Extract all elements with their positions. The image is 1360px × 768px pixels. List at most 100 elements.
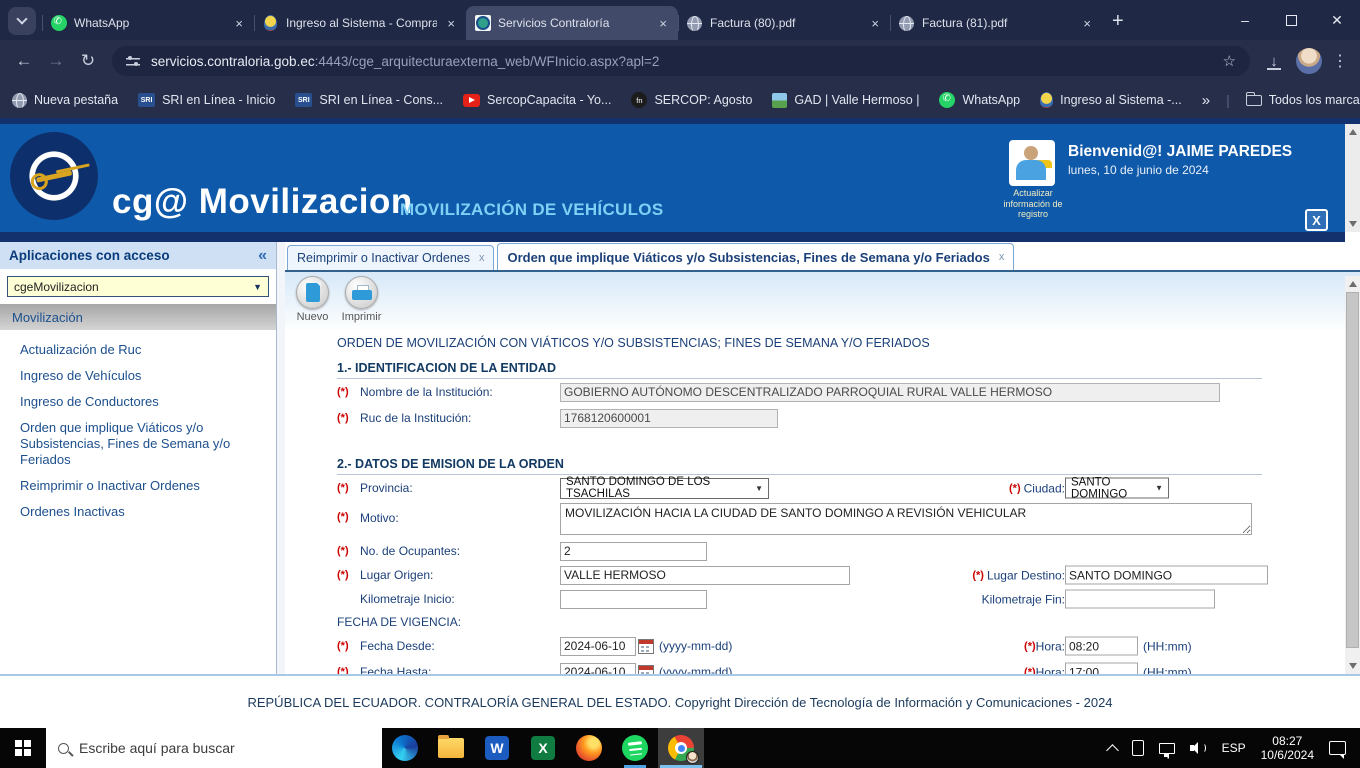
taskbar-search[interactable]: [46, 728, 382, 768]
downloads-icon[interactable]: ↓: [1258, 53, 1290, 70]
app-close-button[interactable]: X: [1305, 209, 1328, 231]
taskbar-spotify[interactable]: [612, 728, 658, 768]
notification-center-icon[interactable]: [1329, 741, 1346, 755]
calendar-icon[interactable]: [638, 639, 654, 654]
lugar-destino-label: Lugar Destino:: [987, 568, 1065, 582]
tab-search-button[interactable]: [8, 7, 36, 35]
start-button[interactable]: [0, 728, 46, 768]
language-indicator[interactable]: ESP: [1222, 741, 1246, 755]
tab-title: Ingreso al Sistema - Compra: [286, 16, 437, 30]
tab-close-icon[interactable]: ×: [868, 16, 882, 31]
ruc-institucion-field[interactable]: [560, 409, 778, 428]
clipped-row: (*) Fecha Hasta: (yyyy-mm-dd) (*)Hora: (…: [337, 659, 1275, 674]
taskbar-chrome-active[interactable]: [658, 728, 704, 768]
km-inicio-label: Kilometraje Inicio:: [360, 592, 560, 606]
browser-tab-ingreso[interactable]: Ingreso al Sistema - Compra ×: [254, 6, 466, 40]
required-marker: (*): [337, 569, 360, 581]
sidebar-item-ingreso-conductores[interactable]: Ingreso de Conductores: [20, 394, 266, 410]
taskbar-edge[interactable]: [382, 728, 428, 768]
hora-hasta-field[interactable]: [1065, 663, 1138, 675]
volume-icon[interactable]: [1190, 741, 1207, 755]
maximize-button[interactable]: [1268, 0, 1314, 40]
sidebar-collapse-icon[interactable]: «: [258, 247, 267, 265]
tray-expand-icon[interactable]: [1106, 744, 1119, 757]
required-marker: (*): [337, 386, 360, 398]
hora-hasta-label: Hora:: [1036, 665, 1065, 674]
sidebar-item-orden-viaticos[interactable]: Orden que implique Viáticos y/o Subsiste…: [20, 420, 266, 468]
device-icon[interactable]: [1132, 740, 1144, 756]
lugar-destino-field[interactable]: [1065, 566, 1268, 585]
bookmark-sercop[interactable]: fnSERCOP: Agosto: [631, 92, 752, 108]
bookmark-gad[interactable]: GAD | Valle Hermoso |: [772, 93, 919, 108]
tab-close-icon[interactable]: ×: [444, 16, 458, 31]
scrollbar-thumb[interactable]: [1346, 292, 1359, 648]
taskbar-word[interactable]: W: [474, 728, 520, 768]
sidebar-item-actualizacion-ruc[interactable]: Actualización de Ruc: [20, 342, 266, 358]
application-select[interactable]: cgeMovilizacion ▼: [7, 276, 269, 297]
browser-tab-contraloria[interactable]: Servicios Contraloría ×: [466, 6, 678, 40]
tab-orden-viaticos[interactable]: Orden que implique Viáticos y/o Subsiste…: [497, 243, 1014, 270]
bookmarks-overflow-button[interactable]: »: [1202, 92, 1210, 109]
profile-avatar[interactable]: [1296, 48, 1322, 74]
bookmark-sri-inicio[interactable]: SRISRI en Línea - Inicio: [138, 93, 275, 107]
motivo-field[interactable]: MOVILIZACIÓN HACIA LA CIUDAD DE SANTO DO…: [560, 503, 1252, 535]
km-fin-field[interactable]: [1065, 590, 1215, 609]
ciudad-select[interactable]: SANTO DOMINGO ▼: [1065, 478, 1169, 499]
scroll-down-icon[interactable]: [1349, 663, 1357, 669]
bookmark-whatsapp[interactable]: WhatsApp: [939, 92, 1020, 108]
sidebar-group-movilizacion[interactable]: Movilización: [0, 304, 276, 330]
network-icon[interactable]: [1159, 743, 1175, 754]
bookmark-nueva-pestana[interactable]: Nueva pestaña: [12, 93, 118, 108]
address-bar[interactable]: servicios.contraloria.gob.ec:4443/cge_ar…: [112, 46, 1250, 76]
tab-reimprimir[interactable]: Reimprimir o Inactivar Ordenes x: [287, 245, 494, 270]
all-bookmarks-button[interactable]: Todos los marcadores: [1246, 93, 1360, 107]
sidebar-item-reimprimir[interactable]: Reimprimir o Inactivar Ordenes: [20, 478, 266, 494]
avatar-caption[interactable]: Actualizar información de registro: [1001, 188, 1065, 220]
scroll-up-icon[interactable]: [1349, 129, 1357, 135]
bookmark-star-icon[interactable]: ☆: [1223, 52, 1236, 70]
taskbar-firefox[interactable]: [566, 728, 612, 768]
header-scrollbar[interactable]: [1345, 124, 1360, 232]
tab-close-icon[interactable]: ×: [656, 16, 670, 31]
browser-tab-whatsapp[interactable]: WhatsApp ×: [42, 6, 254, 40]
calendar-icon[interactable]: [638, 665, 654, 675]
site-info-icon[interactable]: [126, 55, 140, 68]
scroll-down-icon[interactable]: [1349, 221, 1357, 227]
taskbar-excel[interactable]: X: [520, 728, 566, 768]
taskbar-explorer[interactable]: [428, 728, 474, 768]
sidebar-item-ingreso-vehiculos[interactable]: Ingreso de Vehículos: [20, 368, 266, 384]
km-inicio-field[interactable]: [560, 590, 707, 609]
provincia-select[interactable]: SANTO DOMINGO DE LOS TSACHILAS ▼: [560, 478, 769, 499]
menu-kebab-icon[interactable]: ⋮: [1328, 51, 1352, 71]
bookmark-sri-cons[interactable]: SRISRI en Línea - Cons...: [295, 93, 443, 107]
taskbar-search-input[interactable]: [79, 740, 370, 756]
close-button[interactable]: ✕: [1314, 0, 1360, 40]
content-scrollbar[interactable]: [1345, 276, 1360, 674]
nombre-institucion-field[interactable]: [560, 383, 1220, 402]
back-button[interactable]: ←: [8, 46, 40, 76]
tab-close-icon[interactable]: x: [999, 251, 1005, 263]
browser-tab-factura80[interactable]: Factura (80).pdf ×: [678, 6, 890, 40]
bookmark-sercopcapacita[interactable]: SercopCapacita - Yo...: [463, 93, 611, 107]
scroll-up-icon[interactable]: [1349, 281, 1357, 287]
tab-close-icon[interactable]: x: [479, 252, 485, 264]
bookmark-ingreso[interactable]: Ingreso al Sistema -...: [1040, 92, 1182, 108]
hora-desde-field[interactable]: [1065, 637, 1138, 656]
tray-clock[interactable]: 08:27 10/6/2024: [1261, 734, 1314, 762]
tab-close-icon[interactable]: ×: [232, 16, 246, 31]
new-tab-button[interactable]: +: [1112, 10, 1124, 33]
imprimir-button[interactable]: Imprimir: [339, 276, 384, 330]
sidebar-item-ordenes-inactivas[interactable]: Ordenes Inactivas: [20, 504, 266, 520]
ocupantes-field[interactable]: [560, 542, 707, 561]
fecha-desde-field[interactable]: [560, 637, 636, 656]
browser-tab-factura81[interactable]: Factura (81).pdf ×: [890, 6, 1102, 40]
fecha-hasta-field[interactable]: [560, 663, 636, 675]
tab-title: WhatsApp: [74, 16, 225, 30]
minimize-button[interactable]: –: [1222, 0, 1268, 40]
lugar-origen-field[interactable]: [560, 566, 850, 585]
forward-button[interactable]: →: [40, 46, 72, 76]
update-registration-avatar[interactable]: [1009, 140, 1055, 186]
nuevo-button[interactable]: Nuevo: [290, 276, 335, 330]
tab-close-icon[interactable]: ×: [1080, 16, 1094, 31]
reload-button[interactable]: ↻: [72, 46, 104, 76]
